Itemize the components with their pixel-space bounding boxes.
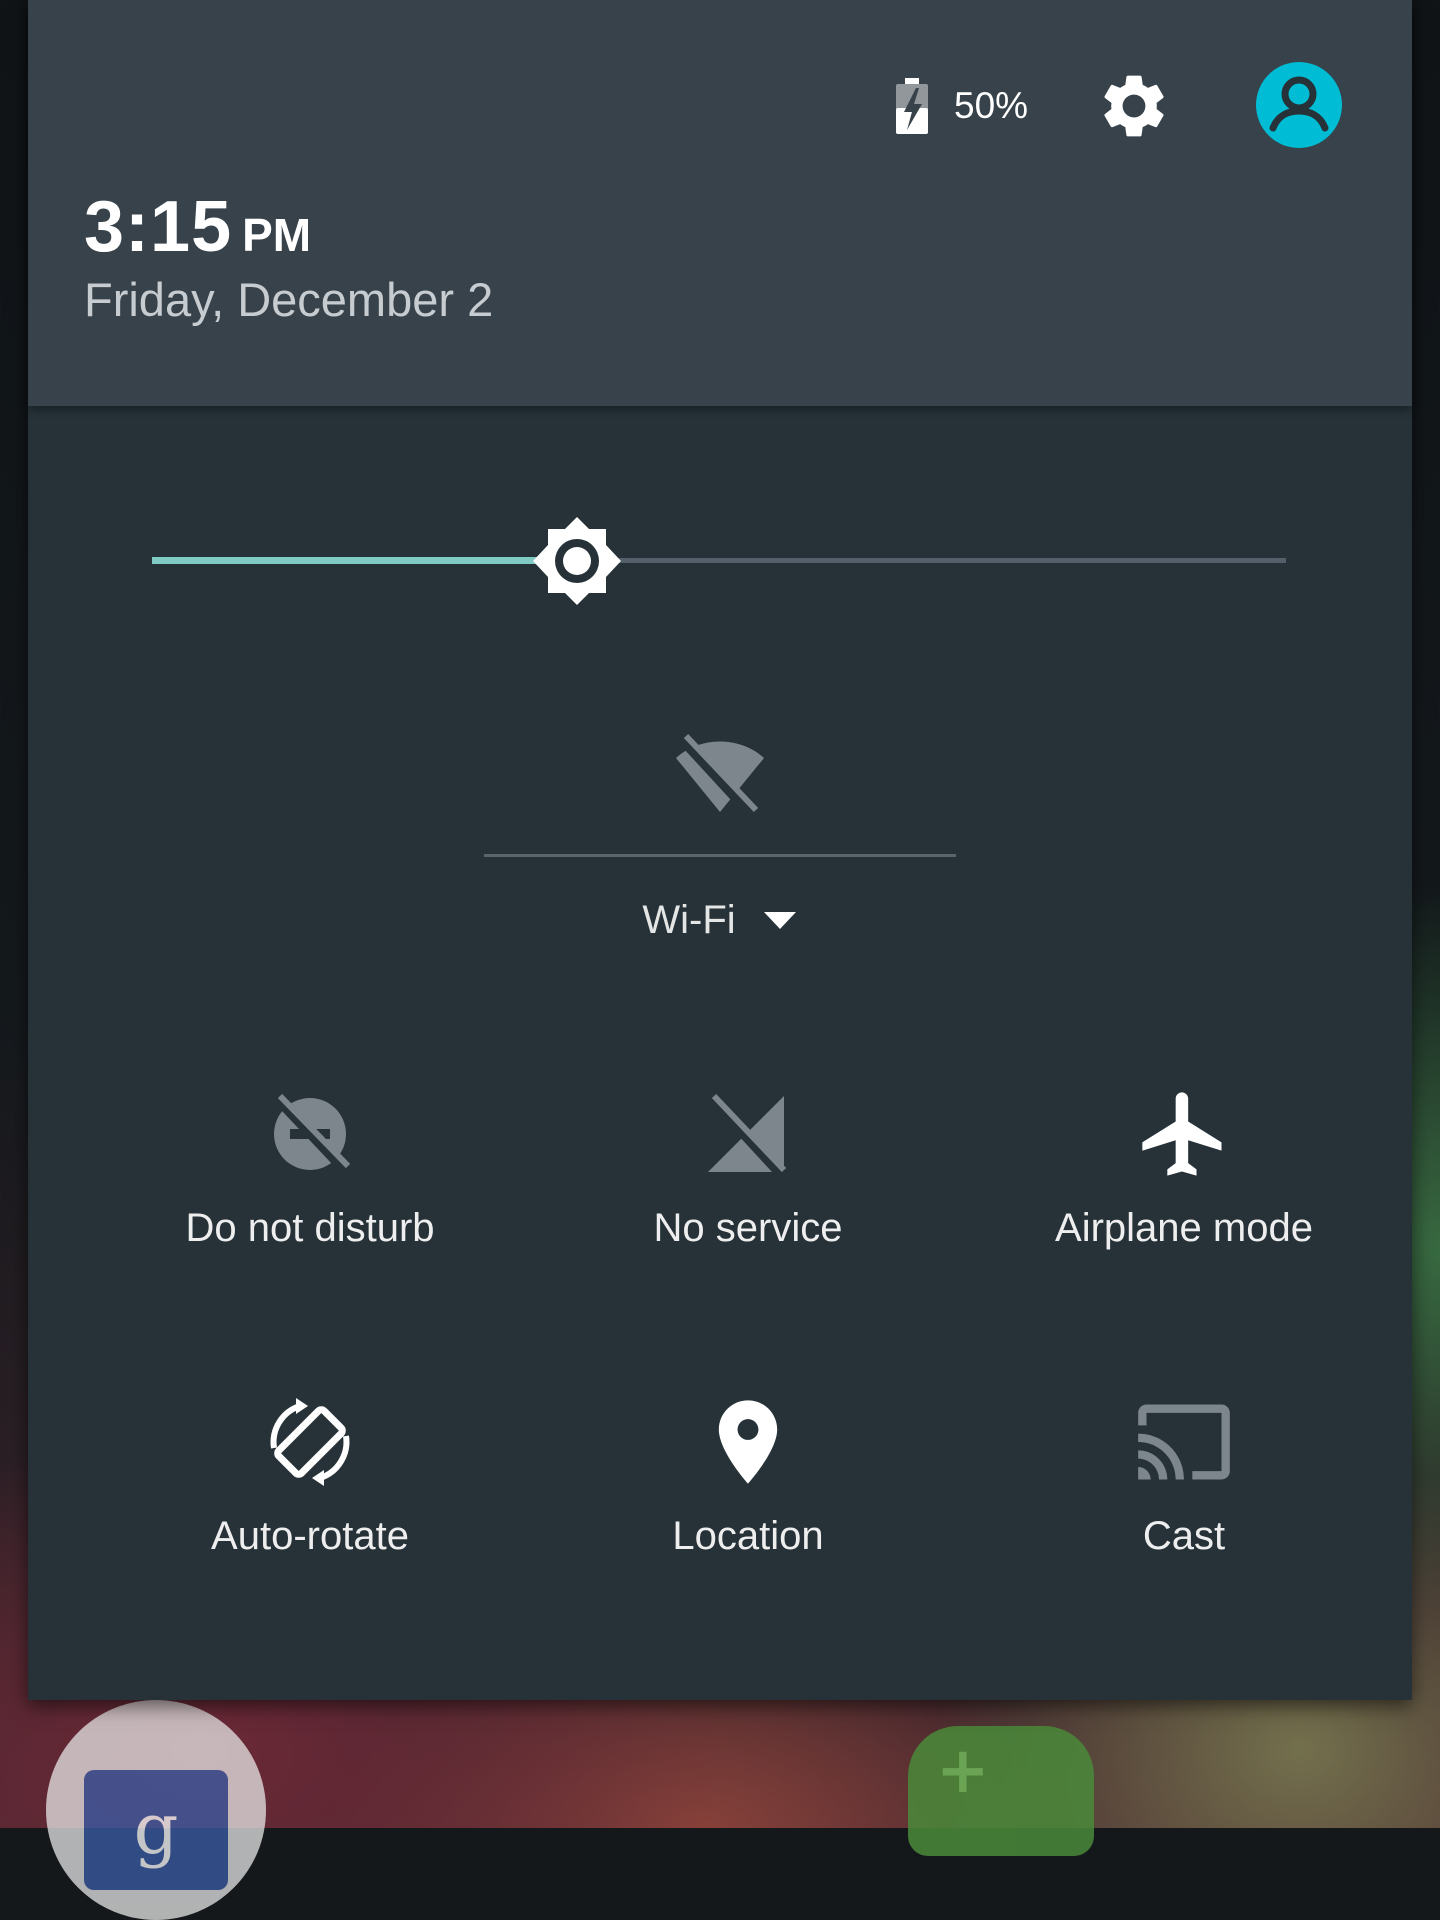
- settings-button[interactable]: [1092, 64, 1176, 148]
- battery-percent: 50%: [954, 85, 1029, 126]
- wifi-label: Wi-Fi: [642, 898, 736, 942]
- auto-rotate-icon: [270, 1398, 350, 1486]
- battery-indicator[interactable]: 50%: [892, 78, 1052, 134]
- app-icon-glyph: g: [133, 1788, 179, 1870]
- account-circle-icon: [1269, 76, 1329, 132]
- tile-label: Airplane mode: [1055, 1206, 1313, 1250]
- plus-icon: +: [936, 1734, 990, 1808]
- tile-label: Auto-rotate: [211, 1514, 409, 1558]
- app-icon-play-games[interactable]: +: [908, 1726, 1094, 1856]
- airplane-icon: [1142, 1092, 1222, 1176]
- wifi-tile[interactable]: Wi-Fi: [484, 710, 956, 970]
- brightness-icon: [533, 517, 621, 605]
- tile-location[interactable]: Location: [538, 1392, 958, 1622]
- cast-icon: [1138, 1404, 1230, 1480]
- clock-ampm: PM: [242, 209, 312, 261]
- tile-auto-rotate[interactable]: Auto-rotate: [100, 1392, 520, 1622]
- tile-label: Location: [672, 1514, 824, 1558]
- wifi-divider: [484, 854, 956, 857]
- tile-no-service[interactable]: No service: [538, 1084, 958, 1314]
- tile-cast[interactable]: Cast: [974, 1392, 1394, 1622]
- wifi-off-icon: [676, 733, 764, 819]
- battery-charging-icon: [896, 78, 928, 134]
- gear-icon: [1104, 75, 1164, 137]
- tile-label: Cast: [1142, 1514, 1226, 1558]
- no-signal-icon: [707, 1093, 787, 1179]
- clock[interactable]: 3:15 PM: [84, 186, 311, 268]
- user-avatar-button[interactable]: [1256, 62, 1342, 148]
- wifi-detail-toggle[interactable]: Wi-Fi: [484, 898, 956, 943]
- tile-label: No service: [653, 1206, 843, 1250]
- date-label[interactable]: Friday, December 2: [84, 272, 493, 327]
- app-icon-google[interactable]: g: [46, 1700, 266, 1920]
- tile-label: Do not disturb: [185, 1206, 435, 1250]
- tile-do-not-disturb[interactable]: Do not disturb: [100, 1084, 520, 1314]
- do-not-disturb-off-icon: [273, 1093, 351, 1175]
- brightness-thumb[interactable]: [529, 513, 625, 609]
- tile-airplane-mode[interactable]: Airplane mode: [974, 1084, 1394, 1314]
- brightness-slider[interactable]: [152, 510, 1286, 610]
- caret-down-icon: [763, 911, 796, 929]
- clock-time: 3:15: [84, 187, 233, 267]
- location-pin-icon: [718, 1400, 778, 1484]
- quick-settings-header: 50% 3:15 PM Friday, December 2: [28, 0, 1412, 406]
- quick-settings-shade: 50% 3:15 PM Friday, December 2 Wi-Fi Do …: [28, 0, 1412, 1700]
- brightness-track-fill: [152, 557, 577, 564]
